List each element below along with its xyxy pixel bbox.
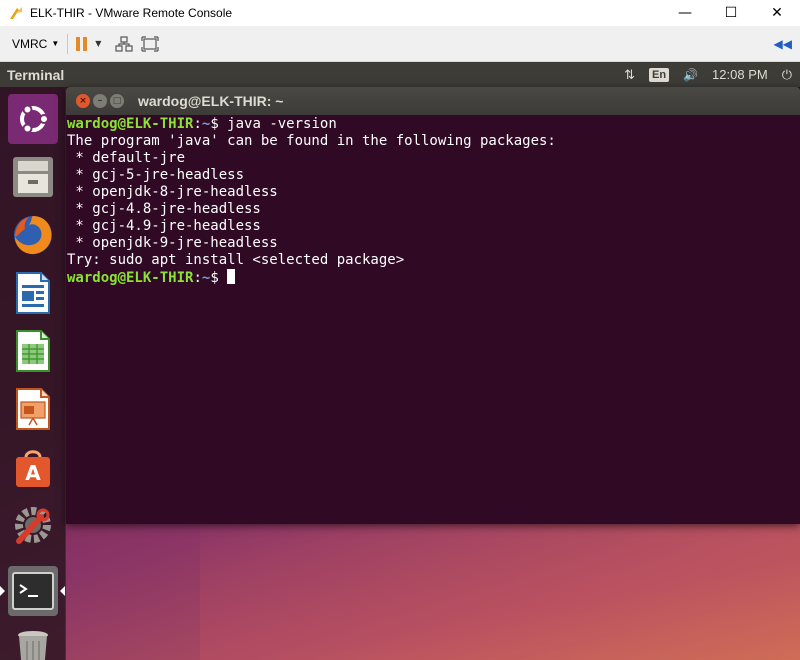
fullscreen-button[interactable] xyxy=(141,35,160,52)
launcher-system-settings[interactable] xyxy=(8,500,58,550)
launcher-files[interactable] xyxy=(8,152,58,202)
vmrc-menu-button[interactable]: VMRC ▼ xyxy=(12,37,59,51)
send-ctrl-alt-del-button[interactable] xyxy=(115,35,134,52)
prompt-user-host: wardog@ELK-THIR xyxy=(67,270,194,286)
chevron-down-icon: ▼ xyxy=(51,39,60,48)
terminal-output-line: * openjdk-8-jre-headless xyxy=(67,184,278,200)
writer-document-icon xyxy=(16,272,50,314)
terminal-output-line: * gcj-4.9-jre-headless xyxy=(67,218,261,234)
launcher-ubuntu-dash[interactable] xyxy=(8,94,58,144)
prompt-command: java -version xyxy=(227,116,337,132)
ubuntu-logo-icon xyxy=(20,104,49,134)
launcher-ubuntu-software[interactable]: A xyxy=(8,442,58,492)
collapse-toolbar-icon[interactable]: ◀◀ xyxy=(774,37,792,51)
settings-wrench-icon xyxy=(15,507,51,544)
launcher-firefox[interactable] xyxy=(8,210,58,260)
impress-presentation-icon xyxy=(16,388,50,430)
minimize-button[interactable]: — xyxy=(662,0,708,26)
prompt-user-host: wardog@ELK-THIR xyxy=(67,116,194,132)
prompt-separator: : xyxy=(193,116,202,132)
terminal-titlebar[interactable]: × – □ wardog@ELK-THIR: ~ xyxy=(66,87,800,115)
keyboard-language-indicator[interactable]: En xyxy=(649,67,670,82)
terminal-close-button[interactable]: × xyxy=(76,94,90,108)
terminal-output-line: The program 'java' can be found in the f… xyxy=(67,133,556,149)
network-icon[interactable]: ⇅ xyxy=(624,67,635,83)
host-window-title: ELK-THIR - VMware Remote Console xyxy=(30,6,233,20)
launcher-trash[interactable] xyxy=(8,624,58,660)
terminal-output-line: * default-jre xyxy=(67,150,186,166)
pause-button[interactable] xyxy=(76,36,88,51)
launcher-active-indicator xyxy=(0,586,5,596)
launcher-libreoffice-calc[interactable] xyxy=(8,326,58,376)
launcher-libreoffice-impress[interactable] xyxy=(8,384,58,434)
close-button[interactable]: ✕ xyxy=(754,0,800,26)
file-cabinet-icon xyxy=(13,157,53,197)
terminal-cursor xyxy=(227,269,236,284)
clock[interactable]: 12:08 PM xyxy=(712,67,768,82)
terminal-window[interactable]: × – □ wardog@ELK-THIR: ~ wardog@ELK-THIR… xyxy=(66,87,800,524)
panel-app-title: Terminal xyxy=(7,66,65,83)
toolbar-divider xyxy=(67,33,69,54)
terminal-title: wardog@ELK-THIR: ~ xyxy=(138,93,284,109)
window-controls: — ☐ ✕ xyxy=(662,0,800,26)
prompt-separator: : xyxy=(193,270,202,286)
launcher-libreoffice-writer[interactable] xyxy=(8,268,58,318)
prompt-symbol: $ xyxy=(210,116,228,132)
firefox-icon xyxy=(14,216,52,255)
vmrc-toolbar: VMRC ▼ ▼ ◀◀ xyxy=(0,26,800,62)
terminal-prompt-line: wardog@ELK-THIR:~$ xyxy=(67,269,799,286)
svg-text:A: A xyxy=(25,461,41,485)
network-devices-icon xyxy=(115,35,134,52)
prompt-symbol: $ xyxy=(210,270,228,286)
power-icon[interactable]: ⏻ xyxy=(782,67,792,83)
vmware-app-icon xyxy=(10,7,22,19)
terminal-output-line: * openjdk-9-jre-headless xyxy=(67,235,278,251)
shopping-bag-icon: A xyxy=(16,450,50,487)
ubuntu-top-panel: Terminal ⇅ En 🔊 12:08 PM ⏻ xyxy=(0,62,800,87)
pause-icon xyxy=(76,36,88,51)
panel-indicators: ⇅ En 🔊 12:08 PM ⏻ xyxy=(624,62,792,87)
terminal-output-line: * gcj-4.8-jre-headless xyxy=(67,201,261,217)
launcher-focus-indicator xyxy=(60,586,65,596)
fullscreen-icon xyxy=(141,35,160,52)
volume-icon[interactable]: 🔊 xyxy=(683,68,698,82)
trash-icon xyxy=(18,631,48,660)
terminal-icon xyxy=(12,572,54,610)
terminal-maximize-button[interactable]: □ xyxy=(110,94,124,108)
terminal-output-line: * gcj-5-jre-headless xyxy=(67,167,245,183)
calc-spreadsheet-icon xyxy=(16,330,50,372)
terminal-prompt-line: wardog@ELK-THIR:~$ java -version xyxy=(67,116,799,133)
terminal-minimize-button[interactable]: – xyxy=(93,94,107,108)
maximize-button[interactable]: ☐ xyxy=(708,0,754,26)
vmrc-menu-label: VMRC xyxy=(12,36,48,51)
unity-launcher: A xyxy=(0,87,66,660)
terminal-output[interactable]: wardog@ELK-THIR:~$ java -version The prog… xyxy=(66,115,800,524)
host-window-titlebar: ELK-THIR - VMware Remote Console — ☐ ✕ xyxy=(0,0,800,26)
pause-dropdown-icon[interactable]: ▼ xyxy=(95,39,101,48)
terminal-output-line: Try: sudo apt install <selected package> xyxy=(67,252,405,268)
launcher-terminal[interactable] xyxy=(8,566,58,616)
